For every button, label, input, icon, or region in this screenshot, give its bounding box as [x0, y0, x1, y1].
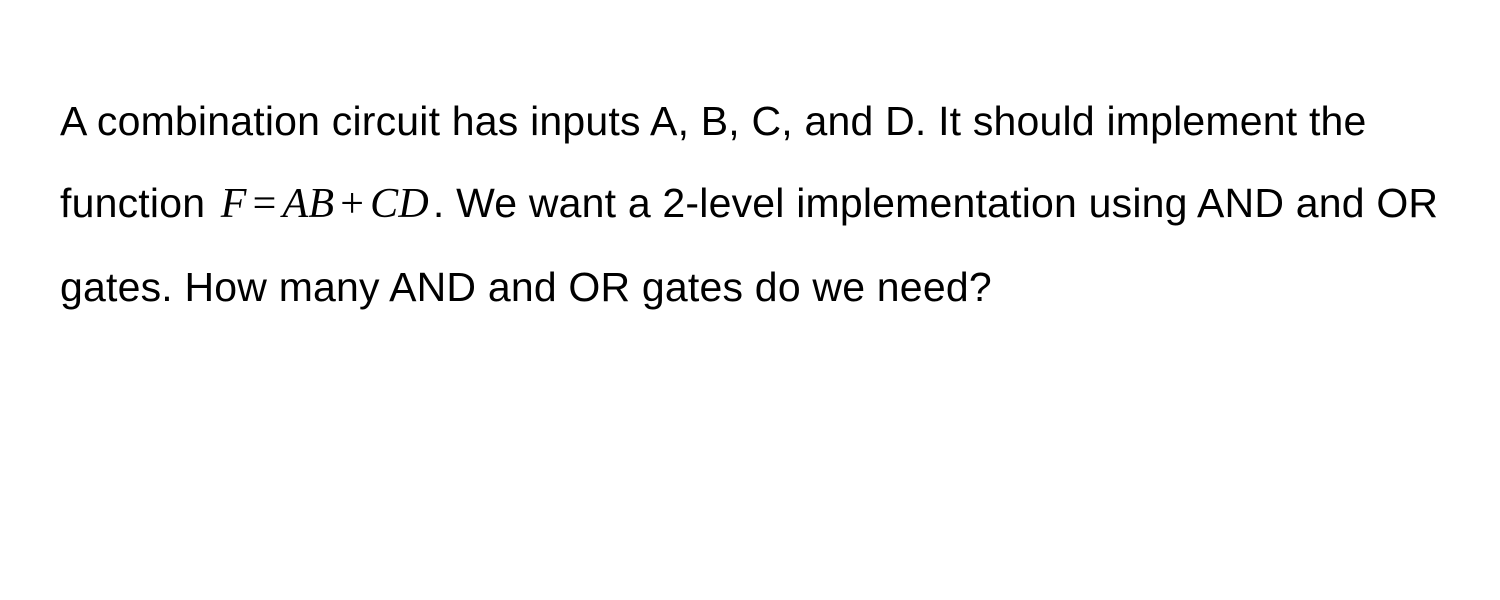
formula-plus: + — [334, 181, 370, 227]
formula-lhs: F — [221, 181, 247, 227]
formula: F=AB+CD — [217, 181, 433, 227]
formula-rhs1: AB — [283, 181, 335, 227]
formula-rhs2: CD — [370, 181, 429, 227]
formula-eq: = — [247, 181, 283, 227]
question-text: A combination circuit has inputs A, B, C… — [60, 80, 1440, 328]
